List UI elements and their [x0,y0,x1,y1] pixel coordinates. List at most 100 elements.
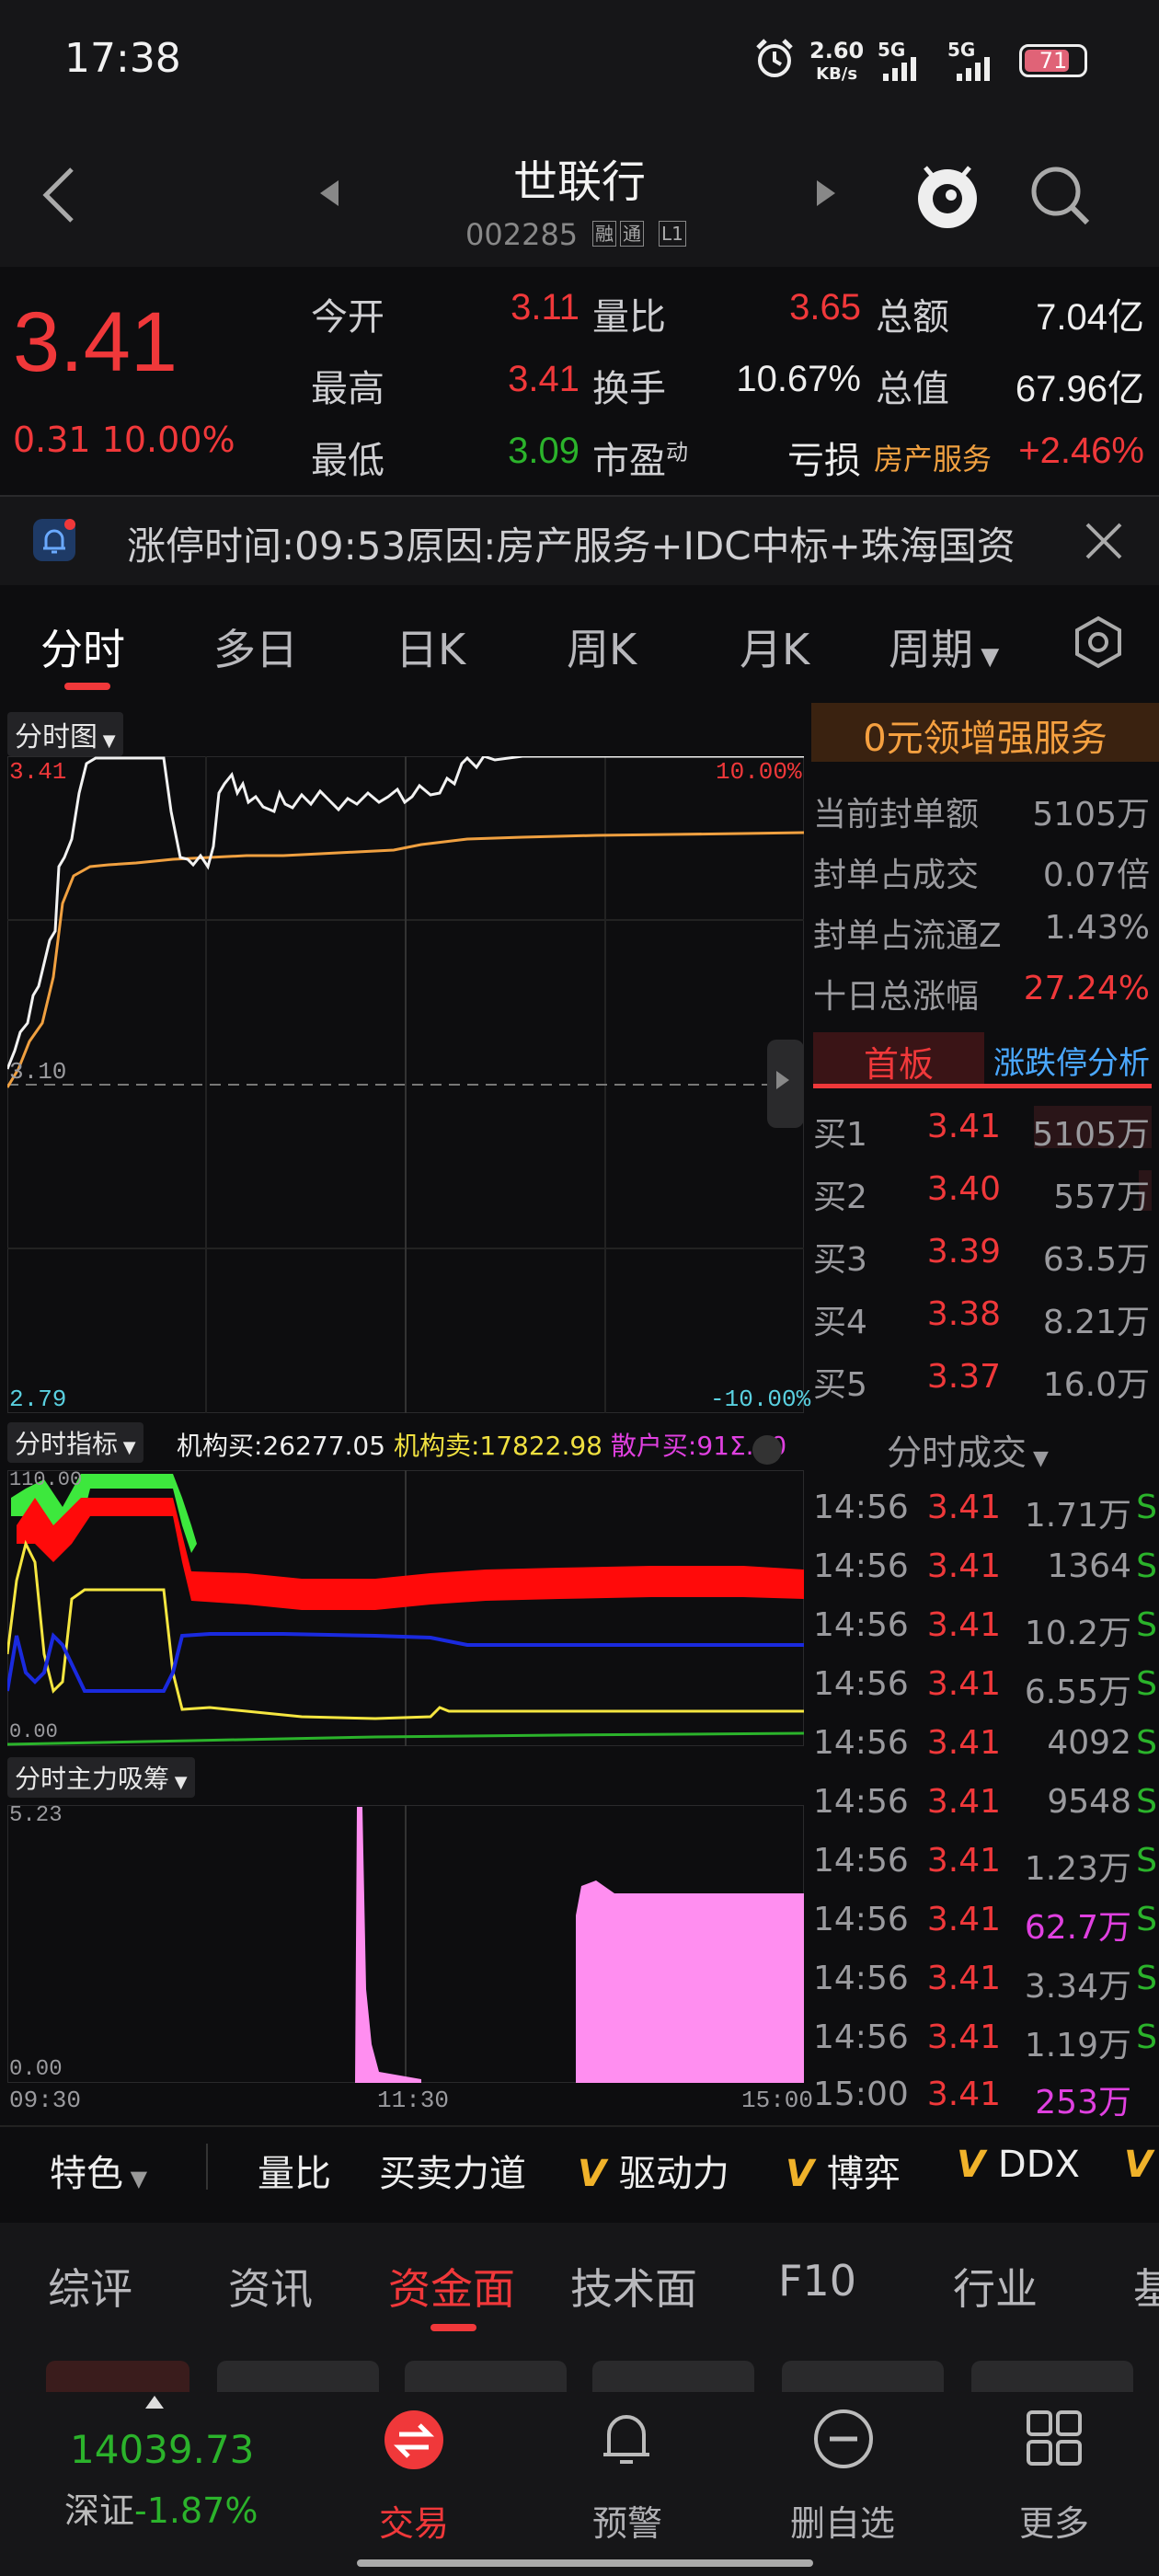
sub-tab[interactable] [782,2361,944,2392]
trade-price: 3.41 [926,1901,1001,1938]
tab-technical[interactable]: 技术面 [570,2256,697,2317]
trade-time: 14:56 [813,1489,909,1526]
absorb-dropdown[interactable]: 分时主力吸筹 ▼ [7,1757,195,1798]
value-market-cap: 67.96亿 [1015,369,1144,409]
value-amount: 7.04亿 [1036,297,1144,338]
tab-period[interactable]: 周期 ▼ [889,616,999,677]
promo-text[interactable]: 0元领增强服务 [811,708,1159,762]
pct-low-label: -10.00% [710,1386,811,1413]
indicator-vol-ratio[interactable]: 量比 [258,2144,331,2197]
indicator-more[interactable]: V [1124,2144,1153,2186]
caret-up-icon[interactable] [145,2396,164,2409]
tab-limit-analysis[interactable]: 涨跌停分析 [984,1038,1159,1083]
indicator-drive[interactable]: V 驱动力 [578,2144,729,2197]
nav-alert[interactable]: 预警 [554,2495,701,2546]
sub-tab[interactable] [217,2361,379,2392]
indicator-bottom-label: 0.00 [9,1720,58,1743]
trade-price: 3.41 [926,1842,1001,1880]
bid-price: 3.38 [926,1295,1001,1333]
tab-more[interactable]: 基 [1133,2256,1159,2317]
tab-weekly-k[interactable]: 周K [567,616,637,677]
trade-time: 14:56 [813,1547,909,1585]
battery-icon: 71 [1019,44,1087,77]
sub-tab[interactable] [46,2361,189,2392]
sector-link[interactable]: 房产服务 [874,436,992,478]
index-value[interactable]: 14039.73 [70,2427,254,2472]
trades-title[interactable]: 分时成交 ▼ [887,1424,1049,1475]
trade-time: 14:56 [813,1842,909,1880]
pct-high-label: 10.00% [716,758,802,786]
trade-price: 3.41 [926,2018,1001,2056]
tab-f10[interactable]: F10 [778,2256,856,2306]
settings-hex-icon[interactable] [1071,615,1126,670]
trade-time: 14:56 [813,2018,909,2056]
home-indicator[interactable] [357,2559,813,2567]
tab-capital[interactable]: 资金面 [388,2256,515,2317]
indicator-game[interactable]: V 博弈 [786,2144,901,2197]
mascot-icon[interactable] [912,158,982,232]
bid-volume: 557万 [1053,1179,1150,1216]
value-low: 3.09 [508,431,580,471]
trade-volume: 6.55万 [1024,1673,1131,1711]
indicator-chart[interactable] [7,1470,804,1746]
stock-code: 002285 [465,217,579,252]
trade-icon [384,2410,443,2469]
sub-tab[interactable] [971,2361,1133,2392]
search-icon[interactable] [1028,164,1093,228]
sub-tab[interactable] [405,2361,567,2392]
nav-trade[interactable]: 交易 [340,2495,488,2546]
sector-change[interactable]: +2.46% [1003,431,1144,472]
alarm-icon [756,39,793,77]
trade-side: S [1136,1724,1157,1762]
absorb-block [576,1880,804,2083]
bid-volume: 5105万 [1032,1116,1150,1154]
feature-dropdown[interactable]: 特色 ▼ [50,2144,147,2197]
minute-chart-dropdown[interactable]: 分时图 ▼ [7,712,123,756]
indicator-force[interactable]: 买卖力道 [379,2144,526,2197]
bid-label: 买2 [813,1179,867,1216]
indicator-dropdown[interactable]: 分时指标 ▼ [7,1422,143,1463]
stat-value: 0.07倍 [1042,857,1150,894]
trade-volume: 4092 [1047,1724,1131,1762]
nav-remove-watchlist[interactable]: 删自选 [769,2495,916,2546]
tab-first-board[interactable]: 首板 [813,1036,984,1087]
minute-price-chart[interactable] [7,756,804,1413]
index-summary[interactable]: 深证-1.87% [64,2482,258,2533]
tab-news[interactable]: 资讯 [228,2256,313,2317]
trade-price: 3.41 [926,1724,1001,1762]
bid-label: 买4 [813,1304,867,1341]
bid-label: 买1 [813,1116,867,1154]
next-stock-icon[interactable] [817,180,835,206]
label-low: 最低 [311,440,384,482]
trade-price: 3.41 [926,1783,1001,1821]
price-low-label: 2.79 [9,1386,67,1413]
indicator-ddx[interactable]: V DDX [957,2144,1080,2186]
tab-intraday[interactable]: 分时 [40,616,125,677]
tab-industry[interactable]: 行业 [953,2256,1038,2317]
stat-value: 1.43% [1044,909,1150,947]
absorb-chart[interactable] [7,1805,804,2083]
tab-overview[interactable]: 综评 [48,2256,132,2317]
label-open: 今开 [311,296,384,339]
trade-side: S [1136,1606,1157,1644]
close-icon[interactable] [1084,521,1124,561]
trade-time: 15:00 [813,2076,909,2113]
sub-tab[interactable] [592,2361,754,2392]
last-price: 3.41 [13,295,178,389]
tab-monthly-k[interactable]: 月K [740,616,809,677]
label-turnover: 换手 [592,368,666,410]
bid-price: 3.39 [926,1233,1001,1271]
indicator-readout: 机构买:26277.05 机构卖:17822.98 散户买:91Σ.40 [177,1431,787,1461]
stat-label: 当前封单额 [813,796,980,834]
zoom-icon[interactable] [749,1432,786,1468]
divider [206,2144,208,2190]
tab-daily-k[interactable]: 日K [396,616,465,677]
price-high-label: 3.41 [9,758,67,786]
trade-time: 14:56 [813,1783,909,1821]
bid-price: 3.37 [926,1358,1001,1396]
tab-multi-day[interactable]: 多日 [213,616,298,677]
bid-label: 买3 [813,1241,867,1279]
trade-side: S [1136,1901,1157,1938]
nav-more[interactable]: 更多 [981,2495,1128,2546]
bid-label: 买5 [813,1366,867,1404]
